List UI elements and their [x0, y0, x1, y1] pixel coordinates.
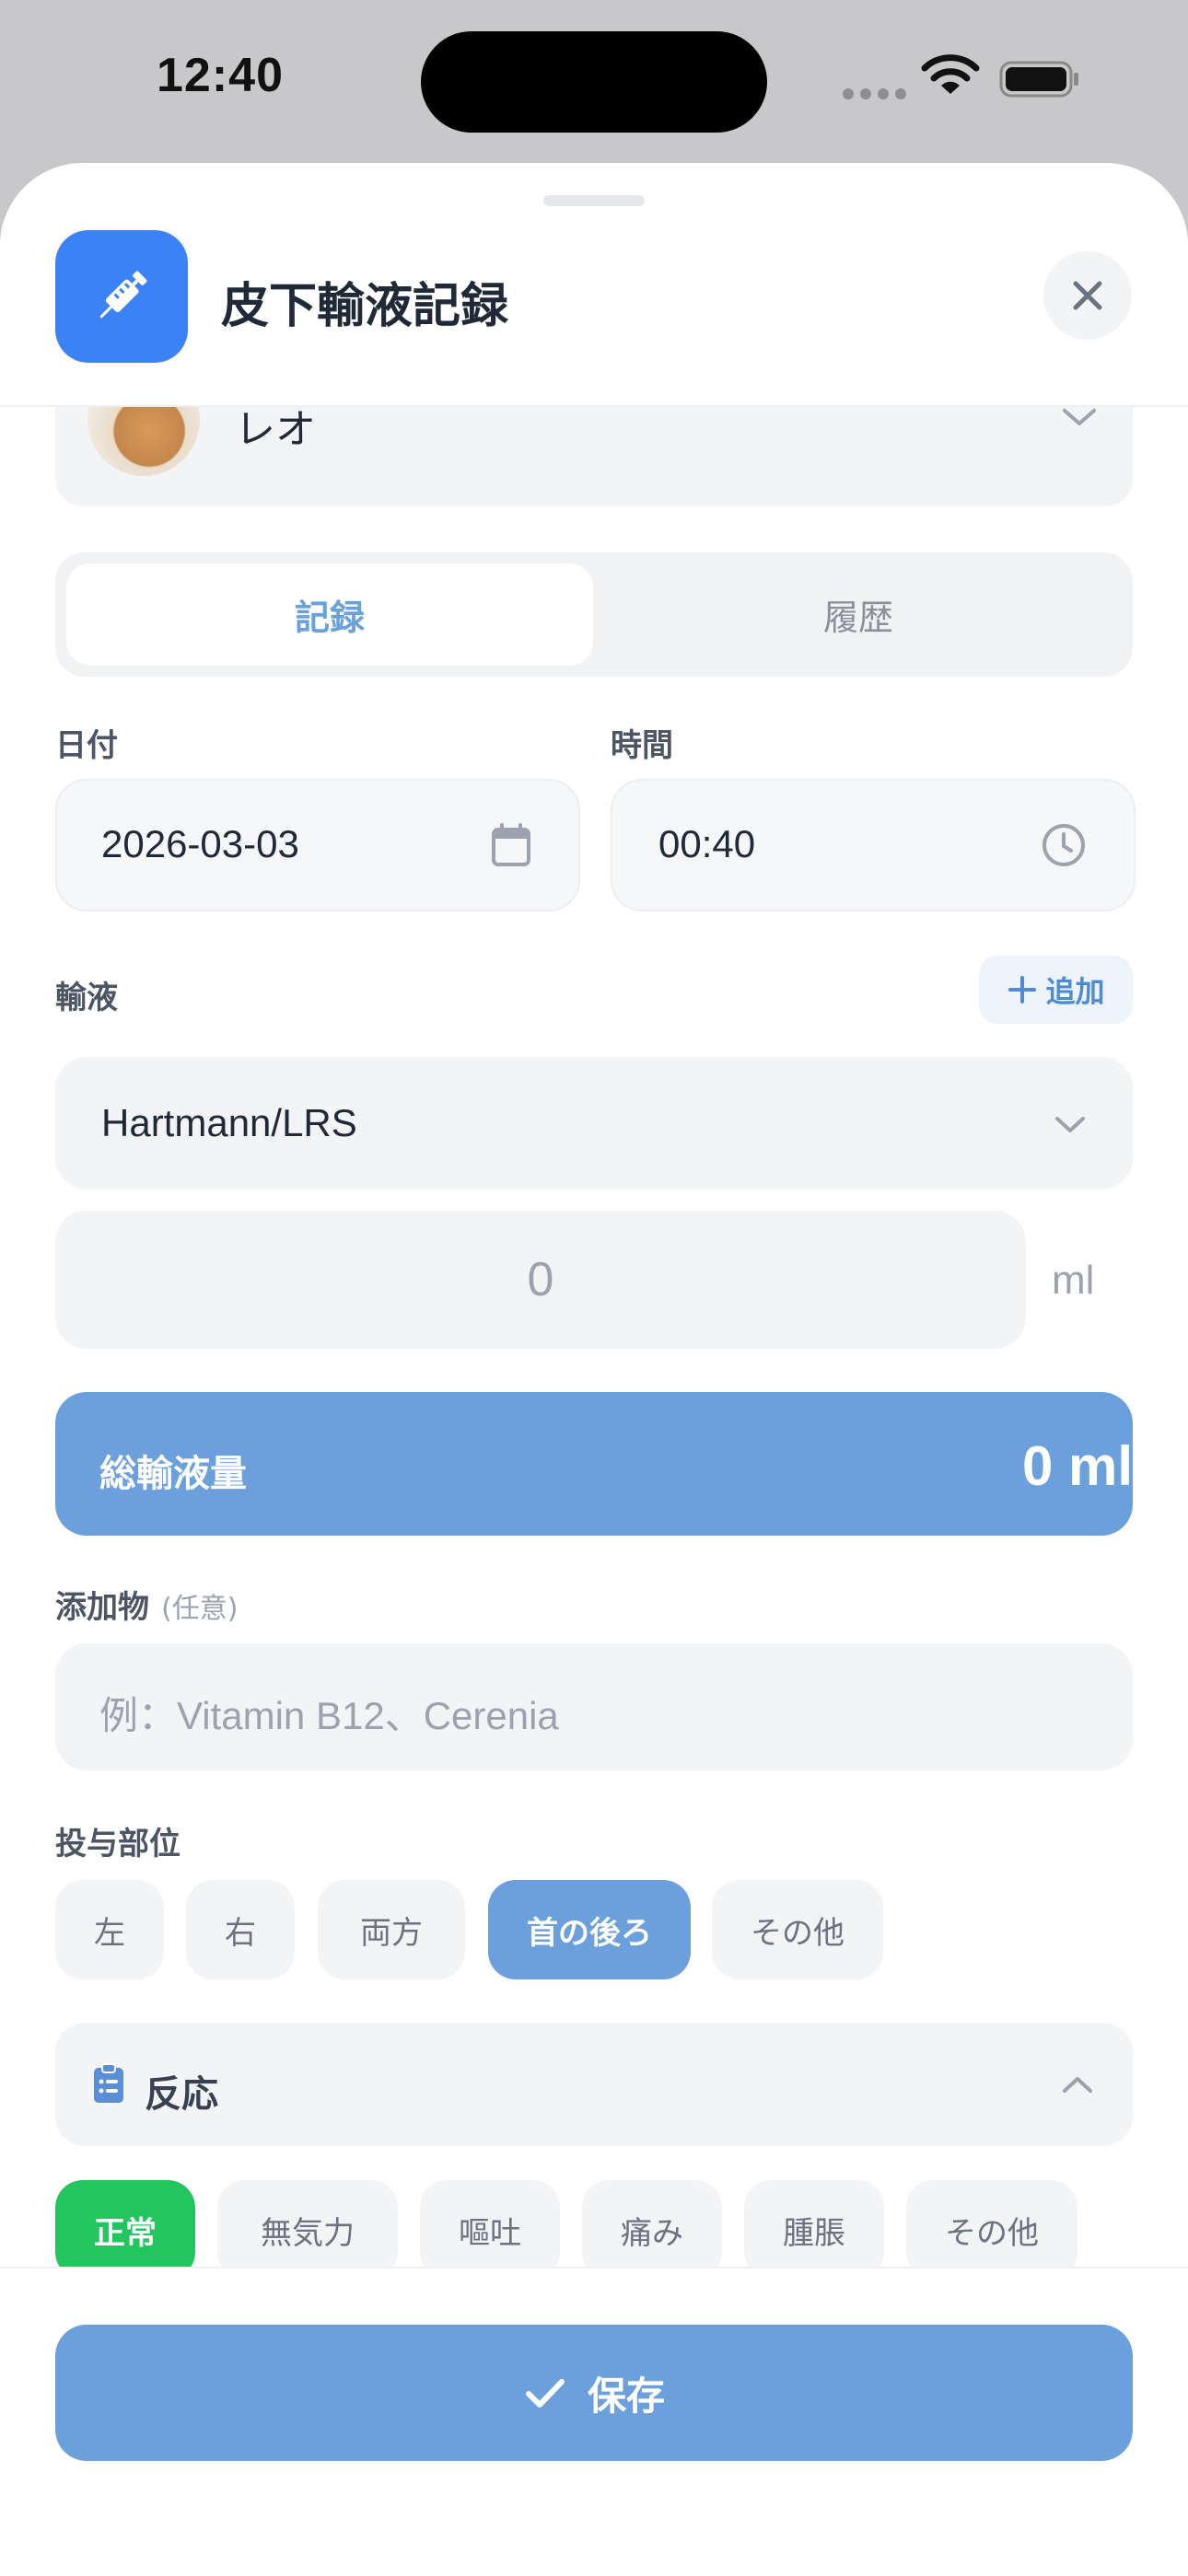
- date-label: 日付: [55, 727, 118, 764]
- save-label: 保存: [587, 2373, 665, 2419]
- reaction-chip-pain[interactable]: 痛み: [582, 2180, 722, 2280]
- tab-record[interactable]: 記録: [66, 563, 593, 666]
- site-chip-both[interactable]: 両方: [318, 1880, 465, 1979]
- tab-history[interactable]: 履歴: [595, 563, 1122, 666]
- calendar-icon: [490, 822, 532, 872]
- total-volume-value: 0 ml: [1021, 1435, 1133, 1497]
- clipboard-icon: [92, 2062, 125, 2108]
- header-divider: [0, 405, 1188, 407]
- fluid-label: 輸液: [55, 980, 118, 1016]
- chevron-down-icon: [1052, 1111, 1089, 1141]
- reaction-chip-lethargy[interactable]: 無気力: [217, 2180, 398, 2280]
- syringe-icon: [55, 230, 188, 363]
- chevron-up-icon: [1059, 2071, 1096, 2101]
- additive-label-row: 添加物 (任意): [55, 1582, 239, 1627]
- wifi-icon: [921, 53, 980, 101]
- cellular-signal-icon: [843, 86, 913, 103]
- chevron-down-icon: [1059, 403, 1100, 435]
- additive-label: 添加物: [55, 1589, 149, 1626]
- plus-icon: [1008, 976, 1037, 1004]
- site-chip-right[interactable]: 右: [186, 1880, 295, 1979]
- fluid-type-value: Hartmann/LRS: [101, 1101, 357, 1144]
- additive-optional: (任意): [161, 1593, 239, 1625]
- site-label: 投与部位: [55, 1826, 181, 1862]
- reaction-chip-normal[interactable]: 正常: [55, 2180, 195, 2280]
- additive-placeholder: 例：Vitamin B12、Cerenia: [99, 1694, 559, 1737]
- checkmark-icon: [525, 2379, 565, 2408]
- site-chip-left[interactable]: 左: [55, 1880, 164, 1979]
- add-fluid-label: 追加: [1045, 974, 1105, 1009]
- reaction-label: 反応: [145, 2073, 218, 2116]
- close-button[interactable]: [1043, 251, 1132, 340]
- page-title: 皮下輸液記録: [221, 279, 509, 334]
- reaction-chip-vomit[interactable]: 嘔吐: [420, 2180, 560, 2280]
- time-value: 00:40: [658, 822, 756, 865]
- clock-icon: [1040, 821, 1088, 873]
- reaction-chip-other[interactable]: その他: [906, 2180, 1077, 2280]
- total-volume-label: 総輸液量: [99, 1453, 247, 1495]
- site-chip-other[interactable]: その他: [712, 1880, 883, 1979]
- dynamic-island: [421, 31, 767, 133]
- save-button[interactable]: 保存: [55, 2325, 1133, 2461]
- amount-unit: ml: [1052, 1258, 1095, 1303]
- add-fluid-button[interactable]: 追加: [979, 956, 1133, 1024]
- date-value: 2026-03-03: [101, 822, 299, 865]
- close-icon: [1073, 281, 1102, 310]
- site-chip-neck[interactable]: 首の後ろ: [488, 1880, 691, 1979]
- drag-handle[interactable]: [543, 195, 645, 206]
- reaction-chip-swelling[interactable]: 腫脹: [744, 2180, 884, 2280]
- status-time: 12:40: [157, 49, 284, 102]
- battery-icon: [999, 61, 1080, 98]
- time-label: 時間: [611, 727, 673, 764]
- fluid-amount-input[interactable]: 0: [55, 1211, 1026, 1349]
